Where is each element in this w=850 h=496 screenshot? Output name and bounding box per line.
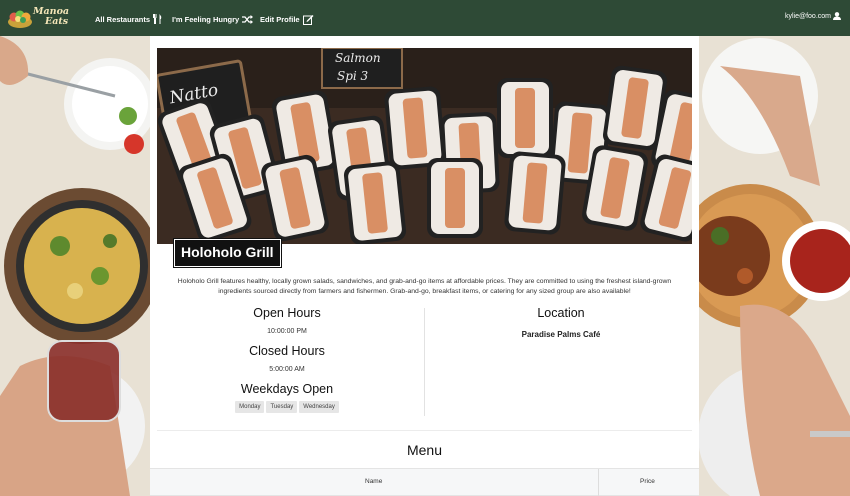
weekdays-list: Monday Tuesday Wednesday	[164, 401, 410, 413]
menu-col-name: Name	[365, 478, 383, 485]
location-heading: Location	[537, 306, 585, 320]
menu-table-header: Name Price	[150, 468, 699, 496]
location-value: Paradise Palms Café	[521, 330, 601, 339]
musubi-shape	[504, 151, 566, 235]
logo-line-2: Eats	[45, 16, 69, 27]
weekday-badge: Wednesday	[299, 401, 339, 413]
section-divider	[157, 430, 692, 431]
nav-all-restaurants-label: All Restaurants	[95, 14, 151, 24]
open-hours-value: 10:00:00 PM	[267, 328, 307, 335]
musubi-photo: Natto Salmon Spi 3	[157, 48, 692, 244]
utensils-icon	[153, 14, 162, 24]
restaurant-hero-image: Natto Salmon Spi 3	[157, 48, 692, 244]
weekdays-heading: Weekdays Open	[240, 382, 334, 396]
food-bowl-icon	[8, 10, 32, 28]
navbar: Manoa Eats All Restaurants I'm Feeling H…	[0, 0, 850, 36]
header-divider	[598, 469, 599, 496]
edit-icon	[302, 14, 314, 25]
column-divider	[424, 308, 425, 416]
musubi-shape	[427, 158, 483, 238]
hours-column: Open Hours 10:00:00 PM Closed Hours 5:00…	[164, 306, 410, 413]
nav-all-restaurants[interactable]: All Restaurants	[95, 12, 162, 26]
user-email: kylie@foo.com	[784, 12, 831, 20]
musubi-shape	[497, 78, 553, 158]
weekday-badge: Tuesday	[266, 401, 298, 413]
musubi-shape	[343, 161, 407, 244]
nav-edit-profile-label: Edit Profile	[260, 14, 300, 24]
location-column: Location Paradise Palms Café	[426, 306, 696, 339]
restaurant-name-badge: Holoholo Grill	[173, 238, 282, 268]
restaurant-description: Holoholo Grill features healthy, locally…	[177, 278, 672, 295]
nav-feeling-hungry-label: I'm Feeling Hungry	[172, 14, 240, 24]
nav-edit-profile[interactable]: Edit Profile	[260, 12, 314, 26]
menu-title: Menu	[406, 442, 443, 458]
menu-col-price: Price	[640, 478, 655, 485]
svg-text:Spi 3: Spi 3	[337, 69, 369, 83]
user-menu[interactable]: kylie@foo.com	[785, 12, 841, 20]
logo-text: Manoa Eats	[33, 7, 85, 27]
logo[interactable]: Manoa Eats	[7, 4, 80, 32]
musubi-shape	[384, 86, 446, 170]
shuffle-icon	[242, 14, 254, 24]
restaurant-card: Natto Salmon Spi 3 Holoholo Grill Holoho…	[150, 36, 699, 496]
closed-hours-value: 5:00:00 AM	[269, 366, 305, 373]
svg-text:Salmon: Salmon	[335, 51, 381, 65]
closed-hours-heading: Closed Hours	[249, 344, 325, 358]
nav-feeling-hungry[interactable]: I'm Feeling Hungry	[172, 12, 254, 26]
open-hours-heading: Open Hours	[253, 306, 321, 320]
user-icon	[833, 12, 841, 20]
weekday-badge: Monday	[235, 401, 265, 413]
